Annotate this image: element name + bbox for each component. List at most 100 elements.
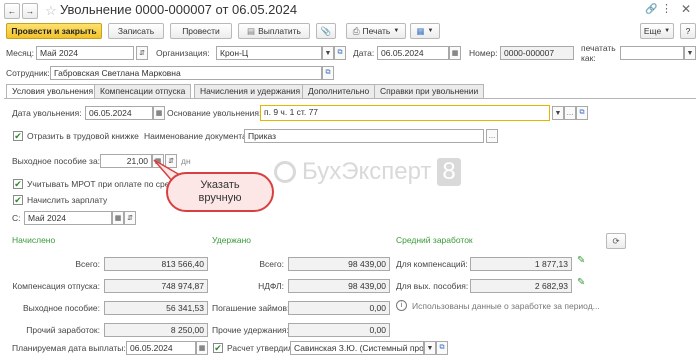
- employee-label: Сотрудник:: [6, 68, 50, 78]
- dismissal-date-field[interactable]: 06.05.2024: [85, 106, 153, 120]
- save-button[interactable]: Записать: [108, 23, 164, 39]
- severance-label: Выходное пособие за:: [12, 156, 101, 166]
- month-field[interactable]: Май 2024: [36, 46, 134, 60]
- avg-comp-label: Для компенсаций:: [396, 259, 468, 269]
- print-button[interactable]: ⎙ Печать ▼: [346, 23, 406, 39]
- basis-dropdown[interactable]: ▼: [552, 106, 564, 120]
- paperclip-icon: 📎: [320, 25, 332, 36]
- related-docs-button[interactable]: ▦ ▼: [410, 23, 440, 39]
- employee-open[interactable]: ⧉: [322, 66, 334, 80]
- tab-vacation-compensation[interactable]: Компенсации отпуска: [94, 84, 192, 98]
- mrot-checkbox[interactable]: ✔: [13, 179, 23, 189]
- basis-label: Основание увольнения:: [167, 108, 262, 118]
- withheld-loans-label: Погашение займов:: [212, 303, 290, 313]
- approved-by-field[interactable]: Савинская З.Ю. (Системный про: [290, 341, 424, 355]
- avg-comp-value[interactable]: 1 877,13: [470, 257, 572, 271]
- accrued-severance-value[interactable]: 56 341,53: [104, 301, 208, 315]
- back-button[interactable]: ←: [4, 3, 20, 19]
- attach-button[interactable]: 📎: [316, 23, 336, 39]
- organization-label: Организация:: [156, 48, 210, 58]
- calendar-icon[interactable]: ▦: [153, 106, 165, 120]
- avg-severance-value[interactable]: 2 682,93: [470, 279, 572, 293]
- window-title: Увольнение 0000-000007 от 06.05.2024: [60, 2, 298, 17]
- post-and-close-button[interactable]: Провести и закрыть: [6, 23, 102, 39]
- calendar-icon[interactable]: ▦: [449, 46, 461, 60]
- tab-additional[interactable]: Дополнительно: [302, 84, 376, 98]
- accrued-vacation-value[interactable]: 748 974,87: [104, 279, 208, 293]
- date-field[interactable]: 06.05.2024: [377, 46, 449, 60]
- print-as-label: печатать как:: [581, 43, 616, 63]
- callout-text: Указать вручную: [198, 179, 242, 204]
- print-as-dropdown[interactable]: ▼: [684, 46, 696, 60]
- link-icon[interactable]: 🔗: [645, 4, 657, 15]
- employee-field[interactable]: Габровская Светлана Марковна: [50, 66, 322, 80]
- accrued-severance-label: Выходное пособие:: [22, 303, 100, 313]
- reflect-workbook-checkbox[interactable]: ✔: [13, 131, 23, 141]
- withheld-other-value[interactable]: 0,00: [288, 323, 390, 337]
- avg-severance-label: Для вых. пособия:: [396, 281, 469, 291]
- pay-icon: ▤: [247, 25, 256, 36]
- chevron-down-icon: ▼: [427, 28, 434, 34]
- accrued-other-label: Прочий заработок:: [26, 325, 100, 335]
- accrued-total-label: Всего:: [75, 259, 100, 269]
- refresh-icon: ⟳: [612, 235, 620, 246]
- approved-checkbox[interactable]: ✔: [213, 343, 223, 353]
- calendar-icon[interactable]: ▦: [112, 211, 124, 225]
- reflect-workbook-label: Отразить в трудовой книжке: [27, 131, 139, 141]
- withheld-total-value[interactable]: 98 439,00: [288, 257, 390, 271]
- number-field[interactable]: 0000-000007: [500, 46, 574, 60]
- from-month-stepper[interactable]: ⇵: [124, 211, 136, 225]
- arrow-right-icon: →: [25, 6, 35, 16]
- help-button[interactable]: ?: [680, 23, 696, 39]
- watermark-logo-icon: [274, 161, 296, 183]
- favorite-star-icon[interactable]: ☆: [45, 3, 57, 19]
- refresh-button[interactable]: ⟳: [606, 233, 626, 249]
- callout-bubble: Указать вручную: [166, 172, 274, 212]
- accrued-other-value[interactable]: 8 250,00: [104, 323, 208, 337]
- calendar-icon[interactable]: ▦: [196, 341, 208, 355]
- close-icon[interactable]: ✕: [681, 2, 691, 16]
- watermark-digit: 8: [437, 158, 461, 186]
- doc-name-select-button[interactable]: …: [486, 129, 498, 143]
- chevron-down-icon: ▼: [393, 28, 400, 34]
- edit-pencil-icon[interactable]: ✎: [577, 255, 585, 266]
- pay-button[interactable]: ▤ Выплатить: [238, 23, 310, 39]
- tab-accruals-deductions[interactable]: Начисления и удержания: [194, 84, 307, 98]
- withheld-loans-value[interactable]: 0,00: [288, 301, 390, 315]
- more-button[interactable]: Еще ▼: [640, 23, 674, 39]
- basis-field[interactable]: п. 9 ч. 1 ст. 77: [260, 105, 550, 121]
- month-stepper[interactable]: ⇵: [136, 46, 148, 60]
- planned-date-field[interactable]: 06.05.2024: [126, 341, 196, 355]
- withheld-total-label: Всего:: [259, 259, 284, 269]
- doc-name-field[interactable]: Приказ: [244, 129, 484, 143]
- from-month-field[interactable]: Май 2024: [24, 211, 112, 225]
- tab-conditions[interactable]: Условия увольнения: [6, 84, 100, 99]
- date-label: Дата:: [353, 48, 375, 58]
- organization-field[interactable]: Крон-Ц: [216, 46, 322, 60]
- accrued-heading: Начислено: [12, 235, 56, 245]
- print-as-field[interactable]: [620, 46, 684, 60]
- avg-earnings-heading: Средний заработок: [396, 235, 473, 245]
- withheld-ndfl-label: НДФЛ:: [258, 281, 284, 291]
- basis-select-button[interactable]: …: [564, 106, 576, 120]
- tab-certificates[interactable]: Справки при увольнении: [374, 84, 485, 98]
- post-button[interactable]: Провести: [170, 23, 232, 39]
- approved-by-dropdown[interactable]: ▼: [424, 341, 436, 355]
- arrow-left-icon: ←: [7, 6, 17, 16]
- basis-open[interactable]: ⧉: [576, 106, 588, 120]
- chevron-down-icon: ▼: [664, 28, 671, 34]
- forward-button[interactable]: →: [22, 3, 38, 19]
- approved-by-open[interactable]: ⧉: [436, 341, 448, 355]
- withheld-ndfl-value[interactable]: 98 439,00: [288, 279, 390, 293]
- accrue-salary-checkbox[interactable]: ✔: [13, 195, 23, 205]
- edit-pencil-icon[interactable]: ✎: [577, 277, 585, 288]
- planned-date-label: Планируемая дата выплаты:: [12, 343, 126, 353]
- organization-open[interactable]: ⧉: [334, 46, 346, 60]
- avg-earnings-note[interactable]: Использованы данные о заработке за перио…: [412, 300, 600, 312]
- accrued-vacation-label: Компенсация отпуска:: [12, 281, 100, 291]
- number-label: Номер:: [469, 48, 498, 58]
- menu-icon[interactable]: ⋮: [661, 2, 672, 15]
- accrued-total-value[interactable]: 813 566,40: [104, 257, 208, 271]
- organization-dropdown[interactable]: ▼: [322, 46, 334, 60]
- withheld-other-label: Прочие удержания:: [212, 325, 289, 335]
